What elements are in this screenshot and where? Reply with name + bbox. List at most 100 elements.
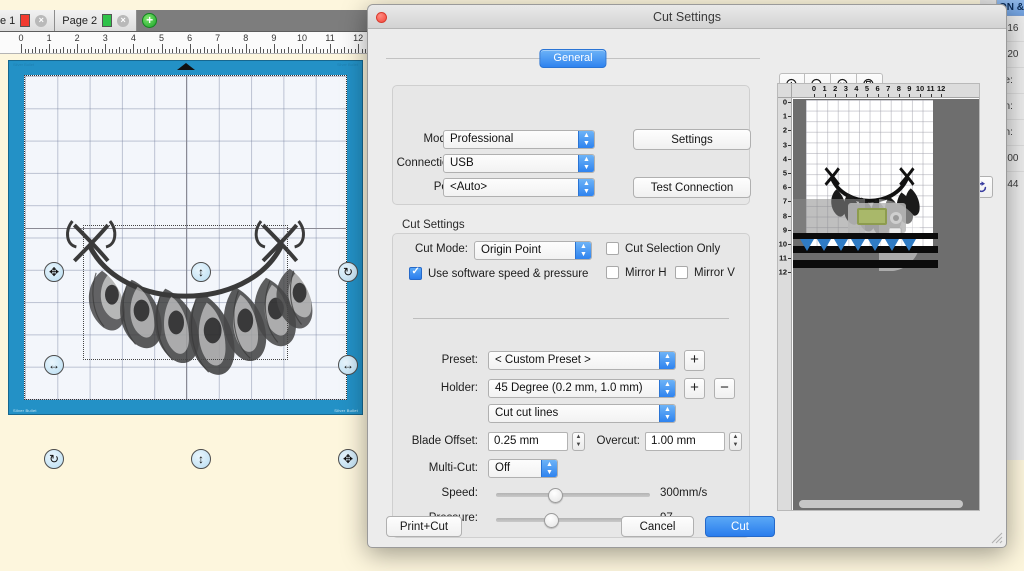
ruler-tick: [119, 47, 121, 53]
preview-ruler-label: 2: [833, 84, 838, 93]
remove-holder-button[interactable]: −: [714, 378, 735, 399]
screen-root: e 1 × Page 2 × + 0 1 2 3 4 5 6 7 8 9 10 11 12 Silver…: [0, 0, 1024, 571]
tab-general[interactable]: General: [539, 49, 607, 68]
dialog-body: General Silver Bullet Model: Professiona…: [368, 29, 1006, 547]
use-software-speed-pressure-checkbox[interactable]: [409, 266, 422, 280]
settings-button[interactable]: Settings: [633, 129, 751, 150]
handle-rotate-top-right[interactable]: ↻: [338, 262, 358, 282]
handle-resize-horizontal-left[interactable]: ↔: [44, 355, 64, 375]
selection-bounding-box: [82, 224, 289, 361]
preview-ruler-label: 9: [907, 84, 912, 93]
preview-ruler-tick: [835, 94, 837, 97]
chevron-updown-icon: ▲ ▼: [575, 242, 591, 259]
test-connection-button[interactable]: Test Connection: [633, 177, 751, 198]
dialog-title: Cut Settings: [652, 9, 722, 24]
page-tab-1-color-swatch[interactable]: [20, 14, 31, 27]
design-canvas[interactable]: Silver Bullet Silver Bullet Silver Bulle…: [0, 54, 380, 469]
cut-selection-only-checkbox[interactable]: [606, 242, 619, 255]
close-icon[interactable]: [376, 12, 387, 23]
handle-resize-horizontal-right[interactable]: ↔: [338, 355, 358, 375]
multi-cut-select[interactable]: Off ▲ ▼: [488, 459, 558, 478]
ruler-tick: [361, 49, 363, 53]
overcut-input[interactable]: 1.00 mm: [645, 432, 725, 451]
preview-ruler-label: 7: [782, 196, 787, 206]
ruler-label: 11: [325, 33, 335, 43]
ruler-tick: [309, 49, 311, 53]
ruler-tick: [45, 49, 47, 53]
ruler-tick: [35, 47, 37, 53]
ruler-tick: [38, 49, 40, 53]
ruler-tick: [344, 47, 346, 53]
add-holder-button[interactable]: +: [684, 378, 705, 399]
ruler-tick: [42, 49, 44, 53]
add-preset-button[interactable]: +: [684, 350, 705, 371]
ruler-tick: [182, 49, 184, 53]
ruler-tick: [238, 49, 240, 53]
port-select[interactable]: <Auto> ▲ ▼: [443, 178, 595, 197]
handle-move[interactable]: ✥: [44, 262, 64, 282]
preview-ruler-label: 3: [782, 140, 787, 150]
chevron-updown-icon: ▲ ▼: [659, 380, 675, 397]
preview-ruler-label: 10: [778, 239, 787, 249]
handle-resize-vertical-bottom[interactable]: ↕: [191, 449, 211, 469]
preview-ruler-label: 4: [854, 84, 859, 93]
page-tab-1-close-icon[interactable]: ×: [35, 14, 48, 27]
handle-rotate-bottom-left[interactable]: ↻: [44, 449, 64, 469]
ruler-tick: [358, 44, 360, 53]
ruler-label: 0: [18, 33, 24, 43]
speed-slider-knob[interactable]: [548, 488, 563, 503]
print-cut-button[interactable]: Print+Cut: [386, 516, 462, 537]
mirror-h-checkbox[interactable]: [606, 266, 619, 279]
page-tab-2-close-icon[interactable]: ×: [117, 14, 130, 27]
cut-button[interactable]: Cut: [705, 516, 775, 537]
page-tab-1[interactable]: e 1 ×: [0, 10, 56, 31]
ruler-label: 7: [215, 33, 221, 43]
speed-slider-track[interactable]: [496, 493, 650, 497]
ruler-label: 6: [187, 33, 193, 43]
handle-move-bottom-right[interactable]: ✥: [338, 449, 358, 469]
ruler-tick: [147, 47, 149, 53]
preset-select-value: < Custom Preset >: [495, 354, 591, 366]
ruler-label: 1: [46, 33, 52, 43]
cut-preview-pane[interactable]: 0 1 2 3 4 5 6 7 8 9 10 11 12 0 1 2 3 4 5 6 7 8 9 10 11 12: [777, 83, 980, 511]
ruler-tick: [140, 49, 142, 53]
holder-select[interactable]: 45 Degree (0.2 mm, 1.0 mm) ▲ ▼: [488, 379, 676, 398]
page-tab-2[interactable]: Page 2 ×: [55, 10, 138, 31]
mirror-h-label: Mirror H: [625, 267, 667, 279]
model-select[interactable]: Professional ▲ ▼: [443, 130, 595, 149]
cancel-button[interactable]: Cancel: [621, 516, 694, 537]
preview-canvas[interactable]: [793, 99, 979, 510]
line-mode-select[interactable]: Cut cut lines ▲ ▼: [488, 404, 676, 423]
mirror-v-label: Mirror V: [694, 267, 735, 279]
ruler-label: 4: [130, 33, 136, 43]
page-tab-2-color-swatch[interactable]: [102, 14, 113, 27]
ruler-label: 9: [271, 33, 277, 43]
ruler-tick: [52, 49, 54, 53]
speed-label: Speed:: [441, 487, 478, 499]
dialog-titlebar: Cut Settings: [368, 5, 1006, 29]
connection-select-value: USB: [450, 157, 474, 169]
handle-resize-vertical-top[interactable]: ↕: [191, 262, 211, 282]
overcut-stepper[interactable]: ▲ ▼: [729, 432, 742, 451]
preset-select[interactable]: < Custom Preset > ▲ ▼: [488, 351, 676, 370]
dialog-resize-grip[interactable]: [990, 531, 1003, 544]
ruler-tick: [217, 44, 219, 53]
ruler-tick: [105, 44, 107, 53]
preview-ruler-tick: [898, 94, 900, 97]
ruler-tick: [231, 47, 233, 53]
ruler-tick: [87, 49, 89, 53]
preset-label: Preset:: [441, 354, 478, 366]
mirror-v-checkbox[interactable]: [675, 266, 688, 279]
ruler-tick: [129, 49, 131, 53]
ruler-tick: [291, 49, 293, 53]
ruler-tick: [136, 49, 138, 53]
connection-select[interactable]: USB ▲ ▼: [443, 154, 595, 173]
preview-ruler-tick: [788, 130, 791, 132]
cut-selection-only-label: Cut Selection Only: [625, 243, 721, 255]
cut-mode-select-value: Origin Point: [481, 244, 542, 256]
cut-settings-dialog: Cut Settings General Silver Bullet Model…: [367, 4, 1007, 548]
blade-offset-input[interactable]: 0.25 mm: [488, 432, 568, 451]
add-page-tab-button[interactable]: +: [142, 13, 158, 28]
cut-mode-select[interactable]: Origin Point ▲ ▼: [474, 241, 592, 260]
work-sheet[interactable]: [24, 75, 347, 400]
